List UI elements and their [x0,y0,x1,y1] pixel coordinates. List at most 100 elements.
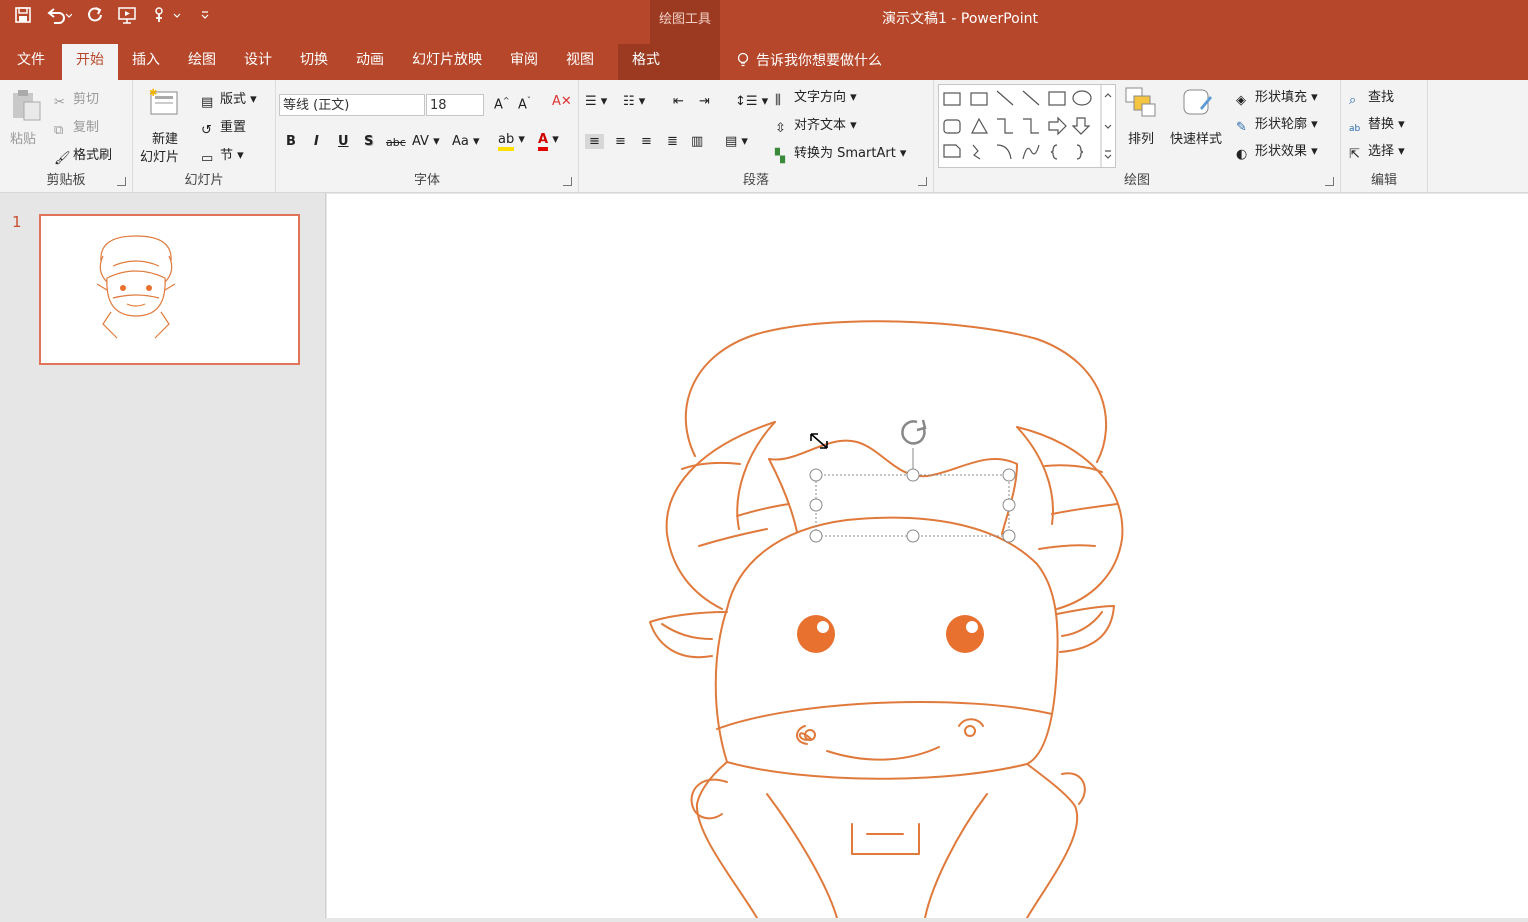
ribbon-tabs: 文件 开始 插入 绘图 设计 切换 动画 幻灯片放映 审阅 视图 格式 [0,44,688,80]
text-direction-icon: ⫼ [775,93,781,108]
line-spacing-button[interactable]: ↕☰ ▾ [735,94,768,109]
decrease-indent-button[interactable]: ⇤ [673,94,684,109]
shape-effects-button[interactable]: ◐ 形状效果 ▾ [1236,140,1318,163]
arrange-button[interactable]: 排列 [1128,128,1154,147]
character-spacing-button[interactable]: AV ▾ [412,134,440,149]
tab-home[interactable]: 开始 [62,44,118,80]
tab-slideshow[interactable]: 幻灯片放映 [398,44,496,80]
slides-label: 幻灯片 [184,173,224,188]
slide-canvas[interactable] [327,194,1528,919]
increase-font-size-button[interactable]: A^ [494,96,510,112]
shapes-gallery[interactable] [938,84,1116,168]
section-button[interactable]: ▭ 节 ▾ [201,144,244,167]
slide-thumbnail-pane: 1 [0,193,326,918]
italic-button[interactable]: I [314,134,319,149]
quick-styles-button[interactable]: 快速样式 [1170,128,1222,147]
font-name-select[interactable]: 等线 (正文) [279,94,425,116]
tab-animations[interactable]: 动画 [342,44,398,80]
find-button[interactable]: ⌕ 查找 [1349,86,1394,109]
underline-button[interactable]: U [338,134,349,149]
tab-draw[interactable]: 绘图 [174,44,230,80]
lightbulb-icon [737,52,749,67]
columns-button[interactable]: ▤ ▾ [725,134,748,149]
selection-box [809,448,1016,543]
editing-label: 编辑 [1370,173,1397,188]
increase-indent-button[interactable]: ⇥ [699,94,710,109]
format-painter-button[interactable]: 🖌 格式刷 [54,144,112,167]
tell-me-text: 告诉我你想要做什么 [756,53,882,69]
clipboard-launcher-icon[interactable] [117,177,126,186]
scribble-shape-icon [972,144,981,160]
group-clipboard: 粘贴 ✂ 剪切 ⧉ 复制 🖌 格式刷 剪贴板 [0,80,133,192]
undo-icon[interactable] [46,6,73,28]
save-icon[interactable] [14,6,32,28]
pen-outline-icon: ✎ [1236,120,1247,135]
numbering-button[interactable]: ☷ ▾ [623,94,645,109]
strikethrough-button[interactable]: abc [386,136,406,149]
left-ear-inner [661,623,713,640]
tell-me-box[interactable]: 告诉我你想要做什么 [736,50,882,70]
justify-button[interactable]: ≣ [667,134,678,149]
paint-bucket-icon: ◈ [1236,93,1246,108]
drawing-launcher-icon[interactable] [1325,177,1334,186]
group-paragraph: ☰ ▾ ☷ ▾ ⇤ ⇥ ↕☰ ▾ ≡ ≡ ≡ ≣ ▥ ▤ ▾ ⫼ 文字方向 ▾ ⇳… [579,80,934,192]
copy-button[interactable]: ⧉ 复制 [54,116,99,139]
paste-button[interactable]: 粘贴 [10,128,36,147]
shadow-button[interactable]: S [364,134,373,149]
slide-thumbnail[interactable] [39,214,300,365]
align-center-button[interactable]: ≡ [615,134,626,149]
change-case-button[interactable]: Aa ▾ [452,134,480,149]
redo-icon[interactable] [86,6,104,28]
hat-outline [684,320,1108,463]
tab-view[interactable]: 视图 [552,44,608,80]
right-ear [1056,605,1115,653]
shape-outline-button[interactable]: ✎ 形状轮廓 ▾ [1236,113,1318,136]
group-drawing: 排列 快速样式 ◈ 形状填充 ▾ ✎ 形状轮廓 ▾ ◐ 形状效果 ▾ 绘图 [934,80,1341,192]
bold-button[interactable]: B [286,134,296,149]
font-size-select[interactable]: 18 [426,94,484,116]
customize-qat-icon[interactable] [200,6,210,28]
font-launcher-icon[interactable] [563,177,572,186]
elbow-arrow-shape-icon [1023,118,1039,134]
quick-access-toolbar [14,6,210,28]
cut-button[interactable]: ✂ 剪切 [54,88,99,111]
convert-smartart-button[interactable]: ▚ 转换为 SmartArt ▾ [775,142,906,165]
reset-button[interactable]: ↺ 重置 [201,116,246,139]
align-text-icon: ⇳ [775,121,786,136]
distributed-button[interactable]: ▥ [691,134,703,149]
paragraph-label: 段落 [742,173,769,188]
tab-transitions[interactable]: 切换 [286,44,342,80]
clear-formatting-icon[interactable]: A✕ [552,94,572,109]
paragraph-launcher-icon[interactable] [918,177,927,186]
layout-icon: ▤ [201,95,214,110]
triangle-shape-icon [971,117,989,134]
right-band-inner [1016,426,1054,525]
cow-thumbnail-image [96,235,176,339]
new-slide-button-line2[interactable]: 幻灯片 [140,146,179,165]
text-direction-button[interactable]: ⫼ 文字方向 ▾ [775,86,857,109]
left-band-stripe1 [681,461,741,470]
decrease-font-size-button[interactable]: Aˇ [518,96,531,112]
right-band-stripe3 [1038,544,1096,550]
align-left-button[interactable]: ≡ [585,134,604,149]
brush-icon: 🖌 [54,151,71,166]
present-from-start-icon[interactable] [118,6,138,28]
font-color-button[interactable]: A ▾ [538,132,559,151]
align-text-button[interactable]: ⇳ 对齐文本 ▾ [775,114,857,137]
layout-button[interactable]: ▤ 版式 ▾ [201,88,257,111]
shape-fill-button[interactable]: ◈ 形状填充 ▾ [1236,86,1318,109]
select-button[interactable]: ⇱ 选择 ▾ [1349,140,1405,163]
tab-format[interactable]: 格式 [618,44,688,80]
replace-button[interactable]: ab 替换 ▾ [1349,113,1405,140]
highlight-color-button[interactable]: ab ▾ [498,132,525,151]
tab-insert[interactable]: 插入 [118,44,174,80]
right-eye [946,615,984,653]
bullets-button[interactable]: ☰ ▾ [585,94,607,109]
touch-mode-icon[interactable] [152,6,186,28]
tab-design[interactable]: 设计 [230,44,286,80]
right-hat-band [1016,426,1124,610]
tab-review[interactable]: 审阅 [496,44,552,80]
new-slide-button-line1[interactable]: 新建 [152,128,178,147]
align-right-button[interactable]: ≡ [641,134,652,149]
tab-file[interactable]: 文件 [0,44,62,80]
